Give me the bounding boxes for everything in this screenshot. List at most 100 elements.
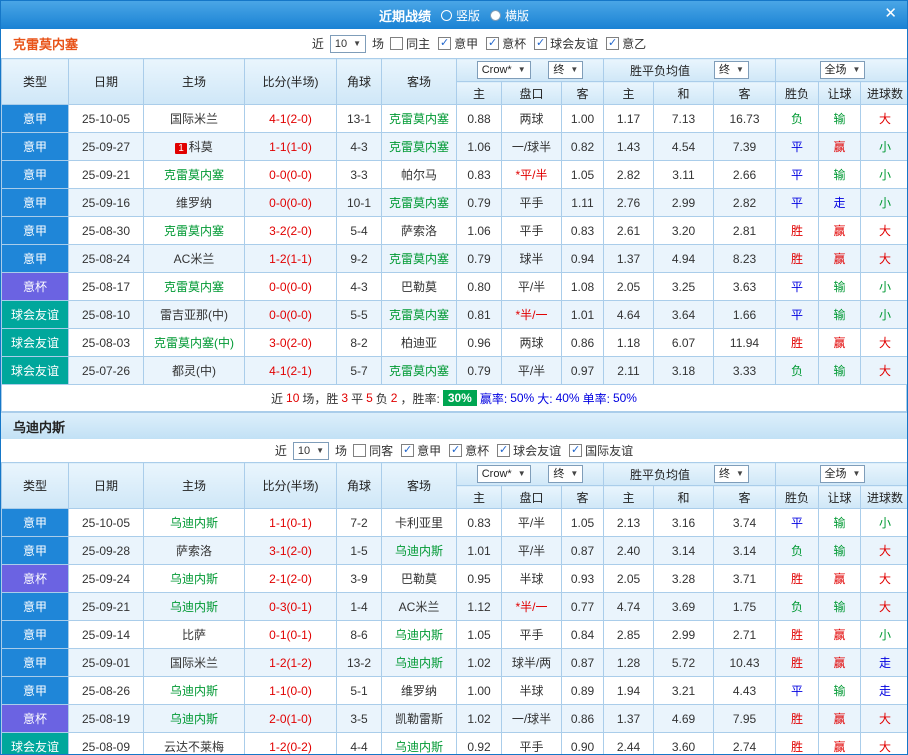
- match-row: 意甲 25-09-01 国际米兰 1-2(1-2) 13-2 乌迪内斯 1.02 球半/两 0.…: [1, 648, 907, 677]
- corners: 9-2: [336, 244, 382, 273]
- home-team: 乌迪内斯: [143, 564, 245, 593]
- layout-horizontal-option[interactable]: 横版: [490, 7, 529, 24]
- col-handicap-result: 让球: [818, 485, 861, 509]
- match-count-select[interactable]: 10 ▼: [292, 441, 330, 460]
- scope-select[interactable]: 全场 ▼: [819, 465, 866, 483]
- handicap-home-odds: 0.80: [456, 272, 502, 301]
- col-avg-away: 客: [713, 81, 776, 105]
- summary-part: 场，胜: [302, 391, 339, 406]
- handicap-home-odds: 0.81: [456, 300, 502, 329]
- win-draw-loss-result: 胜: [775, 732, 819, 754]
- handicap-home-odds: 1.01: [456, 536, 502, 565]
- avg-away-odds: 2.81: [713, 216, 776, 245]
- avg-home-odds: 2.85: [603, 620, 654, 649]
- filter-checkbox-意甲[interactable]: ✓ 意甲: [438, 35, 478, 52]
- checkbox-unchecked-icon[interactable]: [353, 444, 367, 457]
- col-result: 胜负: [775, 485, 819, 509]
- filter-checkbox-意乙[interactable]: ✓ 意乙: [606, 35, 646, 52]
- col-avg-home: 主: [603, 485, 654, 509]
- radio-selected-icon[interactable]: [490, 9, 501, 21]
- checkbox-checked-icon[interactable]: ✓: [497, 444, 511, 457]
- col-avg-away: 客: [713, 485, 776, 509]
- checkbox-checked-icon[interactable]: ✓: [606, 37, 620, 50]
- win-draw-loss-result: 胜: [775, 620, 819, 649]
- checkbox-checked-icon[interactable]: ✓: [449, 444, 463, 457]
- match-row: 意甲 25-09-27 1 科莫 1-1(1-0) 4-3 克雷莫内塞 1.06 一/球半 0.8…: [1, 132, 907, 161]
- avg-home-odds: 1.28: [603, 648, 654, 677]
- summary-part: 大:: [537, 391, 553, 406]
- goals-result: 大: [859, 732, 907, 754]
- match-count-select[interactable]: 10 ▼: [329, 34, 367, 53]
- away-team: 克雷莫内塞: [381, 188, 457, 217]
- match-date: 25-08-19: [68, 704, 144, 733]
- goals-result: 大: [859, 244, 907, 273]
- handicap-away-odds: 1.11: [561, 188, 604, 217]
- league-badge: 意甲: [1, 132, 69, 161]
- col-avg-draw: 和: [653, 81, 714, 105]
- avg-draw-odds: 4.54: [653, 132, 714, 161]
- final-select-avg[interactable]: 终 ▼: [714, 61, 749, 79]
- avg-away-odds: 3.74: [713, 508, 776, 537]
- filter-checkbox-同主[interactable]: 同主: [390, 35, 430, 52]
- handicap: 两球: [501, 328, 562, 357]
- avg-group-header: 胜平负均值 终 ▼: [603, 58, 776, 82]
- home-team-name: 克雷莫内塞(中): [154, 336, 234, 350]
- match-count-value: 10: [334, 37, 348, 50]
- scope-select[interactable]: 全场 ▼: [819, 61, 866, 79]
- handicap-home-odds: 0.88: [456, 104, 502, 133]
- away-team-name: 克雷莫内塞: [388, 112, 449, 126]
- close-icon[interactable]: ✕: [884, 6, 897, 21]
- handicap-away-odds: 0.94: [561, 244, 604, 273]
- away-team-name: AC米兰: [398, 600, 440, 614]
- away-team: 乌迪内斯: [381, 620, 457, 649]
- final-select-avg[interactable]: 终 ▼: [714, 465, 749, 483]
- checkbox-checked-icon[interactable]: ✓: [534, 37, 548, 50]
- away-team: AC米兰: [381, 592, 457, 621]
- match-row: 意甲 25-09-21 乌迪内斯 0-3(0-1) 1-4 AC米兰 1.12 *半/一 0.7…: [1, 592, 907, 621]
- checkbox-checked-icon[interactable]: ✓: [486, 37, 500, 50]
- handicap-group-header: Crow* ▼ 终 ▼: [456, 462, 604, 486]
- handicap: 球半/两: [501, 648, 562, 677]
- corners: 5-4: [336, 216, 382, 245]
- win-draw-loss-result: 胜: [775, 328, 819, 357]
- checkbox-checked-icon[interactable]: ✓: [569, 444, 583, 457]
- home-team: 克雷莫内塞(中): [143, 328, 245, 357]
- checkbox-unchecked-icon[interactable]: [390, 37, 404, 50]
- handicap-result: 输: [818, 272, 861, 301]
- final-select[interactable]: 终 ▼: [548, 465, 584, 483]
- score: 0-1(0-1): [244, 620, 337, 649]
- red-card-icon: 1: [175, 143, 187, 154]
- col-type: 类型: [1, 462, 69, 509]
- match-row: 球会友谊 25-07-26 都灵(中) 4-1(2-1) 5-7 克雷莫内塞 0.79 平/半…: [1, 356, 907, 385]
- filter-checkbox-同客[interactable]: 同客: [353, 442, 393, 459]
- filter-checkbox-意甲[interactable]: ✓ 意甲: [401, 442, 441, 459]
- filter-checkbox-意杯[interactable]: ✓ 意杯: [486, 35, 526, 52]
- company-select[interactable]: Crow* ▼: [476, 465, 531, 483]
- away-team: 凯勒雷斯: [381, 704, 457, 733]
- away-team-name: 萨索洛: [400, 224, 437, 238]
- avg-home-odds: 2.13: [603, 508, 654, 537]
- handicap: 一/球半: [501, 132, 562, 161]
- home-team: 克雷莫内塞: [143, 272, 245, 301]
- checkbox-checked-icon[interactable]: ✓: [438, 37, 452, 50]
- match-date: 25-09-28: [68, 536, 144, 565]
- score: 0-0(0-0): [244, 272, 337, 301]
- home-team-name: 乌迪内斯: [169, 600, 218, 614]
- home-team-name: 乌迪内斯: [169, 516, 218, 530]
- company-select[interactable]: Crow* ▼: [476, 61, 531, 79]
- filter-checkbox-意杯[interactable]: ✓ 意杯: [449, 442, 489, 459]
- match-date: 25-09-27: [68, 132, 144, 161]
- col-home: 主场: [143, 58, 245, 105]
- final-select[interactable]: 终 ▼: [548, 61, 584, 79]
- radio-unselected-icon[interactable]: [440, 9, 452, 21]
- filter-checkbox-球会友谊[interactable]: ✓ 球会友谊: [497, 442, 561, 459]
- col-away: 客场: [381, 58, 457, 105]
- match-row: 意杯 25-08-17 克雷莫内塞 0-0(0-0) 4-3 巴勒莫 0.80 平/半 1.08…: [1, 272, 907, 301]
- league-badge: 意甲: [1, 244, 69, 273]
- filter-checkbox-球会友谊[interactable]: ✓ 球会友谊: [534, 35, 598, 52]
- away-team-name: 克雷莫内塞: [388, 140, 449, 154]
- match-row: 意甲 25-08-24 AC米兰 1-2(1-1) 9-2 克雷莫内塞 0.79 球半 0.94…: [1, 244, 907, 273]
- layout-vertical-option[interactable]: 竖版: [440, 7, 480, 24]
- filter-checkbox-国际友谊[interactable]: ✓ 国际友谊: [569, 442, 633, 459]
- checkbox-checked-icon[interactable]: ✓: [401, 444, 415, 457]
